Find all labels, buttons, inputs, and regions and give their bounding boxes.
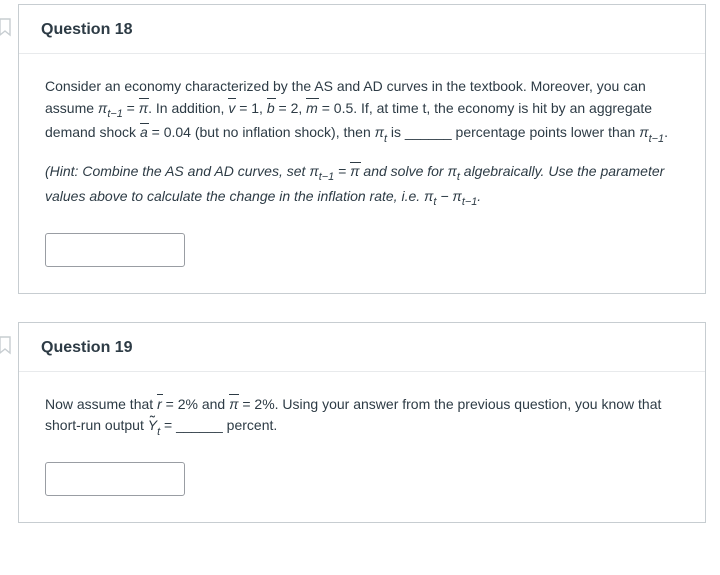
bookmark-icon bbox=[0, 17, 15, 37]
question-19-body: Now assume that r = 2% and π = 2%. Using… bbox=[19, 372, 705, 522]
question-19-header: Question 19 bbox=[19, 323, 705, 372]
question-18-block: Question 18 Consider an economy characte… bbox=[18, 4, 706, 294]
question-19-prompt: Now assume that r = 2% and π = 2%. Using… bbox=[45, 394, 679, 440]
question-18-header: Question 18 bbox=[19, 5, 705, 54]
question-18-answer-input[interactable] bbox=[45, 233, 185, 267]
question-18-hint: (Hint: Combine the AS and AD curves, set… bbox=[45, 161, 679, 210]
question-18-prompt: Consider an economy characterized by the… bbox=[45, 76, 679, 147]
question-18-body: Consider an economy characterized by the… bbox=[19, 54, 705, 293]
question-18-title: Question 18 bbox=[41, 21, 133, 38]
question-19-block: Question 19 Now assume that r = 2% and π… bbox=[18, 322, 706, 523]
question-19-answer-input[interactable] bbox=[45, 462, 185, 496]
question-19-title: Question 19 bbox=[41, 339, 133, 356]
bookmark-icon bbox=[0, 335, 15, 355]
